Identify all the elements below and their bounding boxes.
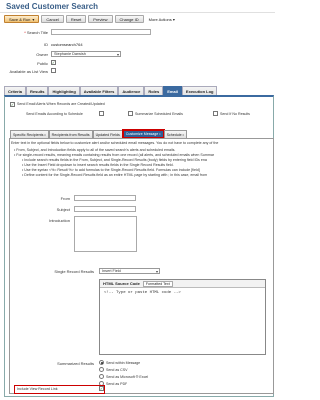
instruction-text: Use the syntax <%= Result %> to add form… — [24, 168, 200, 172]
send-if-no-results-label: Send If No Results — [220, 112, 250, 116]
send-as-pdf-label: Send as PDF — [106, 382, 128, 386]
instruction-bullet: • Include search results fields in the F… — [22, 158, 207, 162]
instruction-bullet: • Define content for the Single-Record R… — [22, 173, 208, 177]
cancel-button[interactable]: Cancel — [41, 15, 64, 23]
instruction-text: Include search results fields in the Fro… — [24, 158, 207, 162]
summarize-checkbox[interactable] — [128, 111, 133, 116]
send-within-message-label: Send within Message — [106, 361, 141, 365]
radio-send-within-message[interactable] — [99, 360, 104, 365]
include-view-record-link-label: Include View Record Link — [17, 387, 58, 391]
tab-execution-log[interactable]: Execution Log — [181, 86, 218, 95]
check-icon: ✓ — [99, 385, 104, 391]
instruction-bullet: • For single-record results, meaning ema… — [14, 153, 215, 157]
include-view-record-link-checkbox[interactable]: ✓ — [99, 386, 104, 391]
html-source-title: HTML Source Code — [103, 281, 140, 286]
reset-button[interactable]: Reset — [65, 15, 87, 23]
send-alerts-checkbox[interactable]: ✓ — [10, 102, 15, 107]
tab-results[interactable]: Results — [26, 86, 49, 95]
instructions-intro: Enter text in the optional fields below … — [11, 141, 219, 145]
save-and-run-label: Save & Run — [9, 16, 31, 22]
email-subtabs: Specific Recipients • Recipients from Re… — [10, 129, 187, 139]
send-alerts-label: Send Email Alerts When Records are Creat… — [17, 102, 105, 106]
subtab-specific-recipients[interactable]: Specific Recipients • — [10, 130, 49, 138]
check-icon: ✓ — [51, 59, 56, 65]
radio-send-as-excel[interactable] — [99, 374, 104, 379]
send-if-no-results-checkbox[interactable] — [213, 111, 218, 116]
search-title-label-text: Search Title — [26, 30, 48, 35]
tab-audience[interactable]: Audience — [118, 86, 145, 95]
instruction-bullet: • Use the Insert Field dropdown to inser… — [22, 163, 174, 167]
instruction-text: Use the Insert Field dropdown to insert … — [24, 163, 174, 167]
id-value: customsearch764 — [51, 42, 83, 47]
introduction-textarea[interactable] — [74, 216, 137, 252]
change-id-button[interactable]: Change ID — [114, 15, 144, 23]
formatted-text-toggle[interactable]: Formatted Text — [142, 280, 173, 287]
single-record-html-editor[interactable]: HTML Source Code Formatted Text <!-- Typ… — [99, 279, 266, 355]
preview-button[interactable]: Preview — [88, 15, 113, 23]
page-title: Saved Customer Search — [6, 2, 99, 11]
from-label: From — [60, 196, 70, 201]
instruction-bullet: • From, Subject, and Introduction fields… — [14, 148, 176, 152]
subtab-schedule[interactable]: Schedule • — [163, 130, 187, 138]
send-as-excel-label: Send as Microsoft ® Excel — [106, 375, 149, 379]
search-title-input[interactable] — [51, 29, 151, 35]
tab-criteria[interactable]: Criteria — [4, 86, 27, 95]
tab-roles[interactable]: Roles — [144, 86, 164, 95]
check-icon: ✓ — [10, 101, 15, 107]
subject-label: Subject — [56, 207, 70, 212]
summarize-label: Summarize Scheduled Emails — [135, 112, 183, 116]
owner-select[interactable]: Stephanie Darwish — [51, 51, 121, 57]
insert-field-select[interactable]: Insert Field — [99, 268, 160, 274]
subject-input[interactable] — [74, 206, 136, 212]
available-list-view-label: Available as List View — [9, 69, 48, 74]
main-tabs: Criteria Results Highlighting Available … — [4, 86, 218, 95]
title-bar: Saved Customer Search — [0, 0, 275, 13]
send-schedule-label: Send Emails According to Schedule — [26, 112, 83, 116]
instruction-text: From, Subject, and Introduction fields a… — [16, 148, 176, 152]
tab-highlighting[interactable]: Highlighting — [48, 86, 80, 95]
editor-header: HTML Source Code Formatted Text — [100, 280, 265, 288]
subtab-customize-message[interactable]: Customize Message • — [121, 129, 165, 139]
owner-label: Owner — [36, 52, 48, 57]
tab-available-filters[interactable]: Available Filters — [79, 86, 119, 95]
public-label: Public — [37, 61, 48, 66]
send-as-csv-label: Send as CSV — [106, 368, 128, 372]
more-actions-menu[interactable]: More Actions ▾ — [146, 15, 178, 24]
available-list-view-checkbox[interactable] — [51, 68, 56, 73]
id-label: ID — [44, 42, 48, 47]
save-and-run-button[interactable]: Save & Run ▾ — [4, 15, 40, 23]
toolbar: Save & Run ▾ Cancel Reset Preview Change… — [4, 15, 178, 24]
single-record-results-label: Single Record Results — [54, 269, 94, 274]
instruction-bullet: • Use the syntax <%= Result %> to add fo… — [22, 168, 200, 172]
html-code-area[interactable]: <!-- Type or paste HTML code --> — [100, 288, 265, 298]
subtab-recipients-from-results[interactable]: Recipients from Results — [48, 130, 93, 138]
instruction-text: Define content for the Single-Record Res… — [24, 173, 208, 177]
tab-email[interactable]: Email — [163, 86, 182, 95]
instruction-text: For single-record results, meaning email… — [16, 153, 215, 157]
required-mark: * — [24, 30, 26, 35]
search-title-label: * Search Title — [10, 30, 48, 35]
radio-send-as-csv[interactable] — [99, 367, 104, 372]
subtab-updated-fields[interactable]: Updated Fields — [92, 130, 123, 138]
public-checkbox[interactable]: ✓ — [51, 60, 56, 65]
from-input[interactable] — [74, 195, 136, 201]
introduction-label: Introduction — [49, 218, 70, 223]
chevron-down-icon[interactable]: ▾ — [32, 17, 34, 22]
send-schedule-checkbox[interactable] — [99, 111, 104, 116]
summarized-results-label: Summarized Results — [57, 361, 94, 366]
